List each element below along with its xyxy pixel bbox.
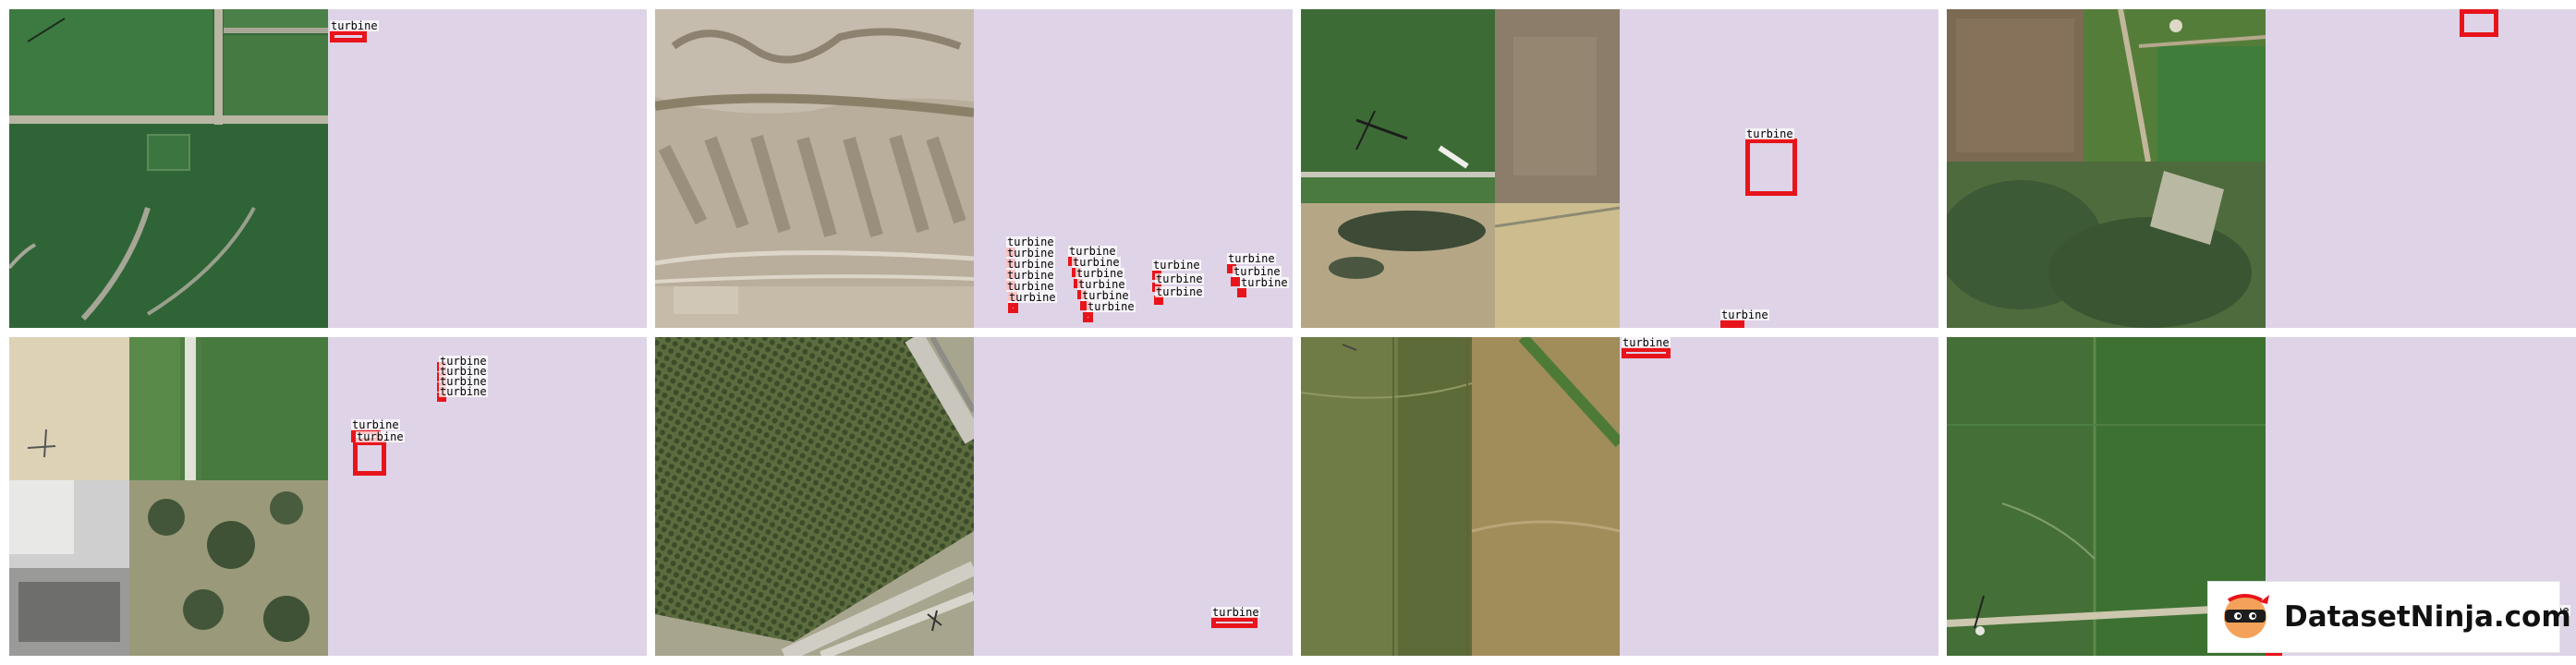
sample-panel-2: turbine turbine turbine turbine turbine … bbox=[655, 9, 1293, 328]
overlay-background bbox=[328, 9, 647, 328]
turbine-label: turbine bbox=[1227, 252, 1276, 265]
sample-panel-1: turbine bbox=[9, 9, 647, 328]
annotation-overlay: turbine turbine turbine turbine turbine … bbox=[974, 9, 1293, 328]
turbine-bbox bbox=[1237, 288, 1246, 297]
sample-panel-6: turbine bbox=[655, 337, 1293, 656]
annotation-overlay: turbine bbox=[328, 9, 647, 328]
annotation-overlay: turbine bbox=[974, 337, 1293, 656]
turbine-label: turbine bbox=[1155, 285, 1204, 298]
sample-panel-7: turbine bbox=[1301, 337, 1938, 656]
aerial-image bbox=[1301, 9, 1620, 328]
turbine-label: turbine bbox=[1622, 337, 1671, 349]
sample-panel-5: turbine turbine turbine turbine turbine … bbox=[9, 337, 647, 656]
aerial-image bbox=[9, 9, 328, 328]
aerial-image bbox=[9, 337, 328, 656]
annotation-overlay: turbine turbine bbox=[1620, 9, 1938, 328]
annotation-overlay bbox=[2266, 9, 2576, 328]
sample-panel-3: turbine turbine bbox=[1301, 9, 1938, 328]
turbine-label: turbine bbox=[439, 385, 488, 398]
turbine-label: turbine bbox=[1745, 127, 1794, 140]
aerial-image bbox=[1947, 9, 2266, 328]
brand-name[interactable]: DatasetNinja.com bbox=[2284, 600, 2571, 634]
turbine-bbox bbox=[1231, 277, 1240, 286]
annotation-overlay: turbine bbox=[1620, 337, 1938, 656]
sample-panel-4 bbox=[1947, 9, 2576, 328]
turbine-label: turbine bbox=[1087, 300, 1136, 313]
datasetninja-logo: DatasetNinja.com bbox=[2208, 582, 2571, 652]
overlay-background bbox=[2266, 9, 2576, 328]
turbine-label: turbine bbox=[1155, 272, 1204, 285]
turbine-label: turbine bbox=[1008, 291, 1057, 304]
turbine-label: turbine bbox=[1720, 308, 1769, 321]
turbine-label: turbine bbox=[1152, 259, 1201, 272]
aerial-image bbox=[1301, 337, 1620, 656]
aerial-image bbox=[655, 9, 974, 328]
turbine-bbox bbox=[2460, 9, 2498, 37]
turbine-label: turbine bbox=[330, 19, 379, 32]
turbine-label: turbine bbox=[1240, 276, 1289, 289]
turbine-label: turbine bbox=[351, 418, 400, 431]
aerial-image bbox=[655, 337, 974, 656]
ninja-mascot-icon bbox=[2219, 589, 2271, 645]
annotation-overlay: turbine turbine turbine turbine turbine … bbox=[328, 337, 647, 656]
turbine-label: turbine bbox=[356, 430, 405, 443]
turbine-bbox bbox=[1745, 139, 1797, 196]
turbine-bbox bbox=[1008, 303, 1018, 313]
turbine-bbox bbox=[353, 441, 386, 476]
turbine-label: turbine bbox=[1211, 606, 1260, 619]
overlay-background bbox=[1620, 337, 1938, 656]
turbine-bbox bbox=[1083, 312, 1093, 322]
